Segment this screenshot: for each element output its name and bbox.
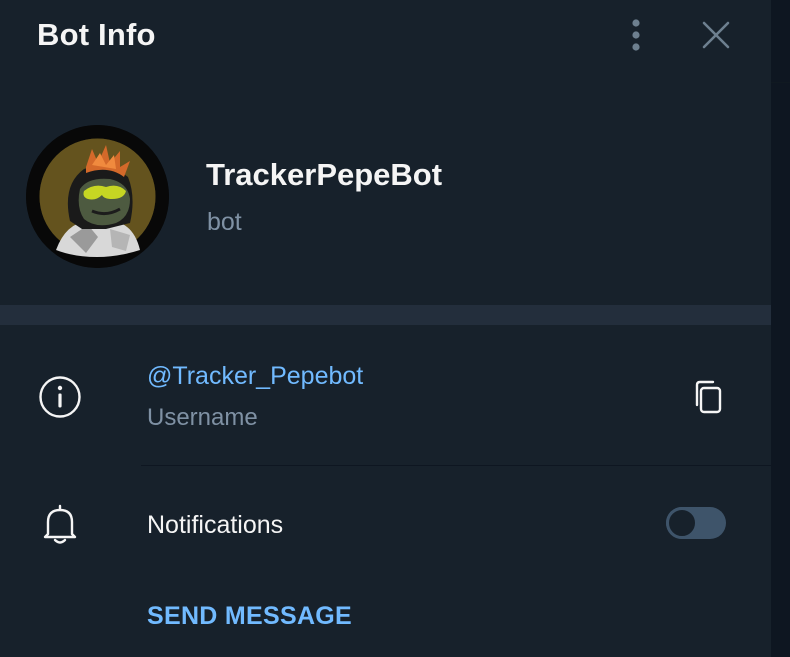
pepe-avatar-image [26,125,169,268]
row-divider [141,465,771,466]
close-button[interactable] [694,13,738,57]
username-label: Username [147,404,258,431]
notifications-toggle[interactable] [666,507,726,539]
window-edge [771,0,790,657]
copy-icon [695,380,722,414]
more-options-button[interactable] [618,12,654,58]
username-link[interactable]: @Tracker_Pepebot [147,362,363,391]
bot-info-panel: Bot Info TrackerPepeBot bot @Tracker_Pep… [0,0,771,657]
avatar[interactable] [26,125,169,268]
notifications-label: Notifications [147,511,284,539]
bot-subtitle: bot [207,208,242,236]
bot-name: TrackerPepeBot [206,157,443,192]
close-icon [702,21,730,49]
page-title: Bot Info [37,17,156,52]
vertical-dots-icon [632,19,640,51]
edge-divider [771,82,790,83]
info-icon [39,376,81,418]
section-separator [0,305,771,325]
bell-icon [43,504,77,544]
copy-username-button[interactable] [688,376,728,418]
send-message-button[interactable]: SEND MESSAGE [147,602,352,631]
toggle-knob [666,507,698,539]
